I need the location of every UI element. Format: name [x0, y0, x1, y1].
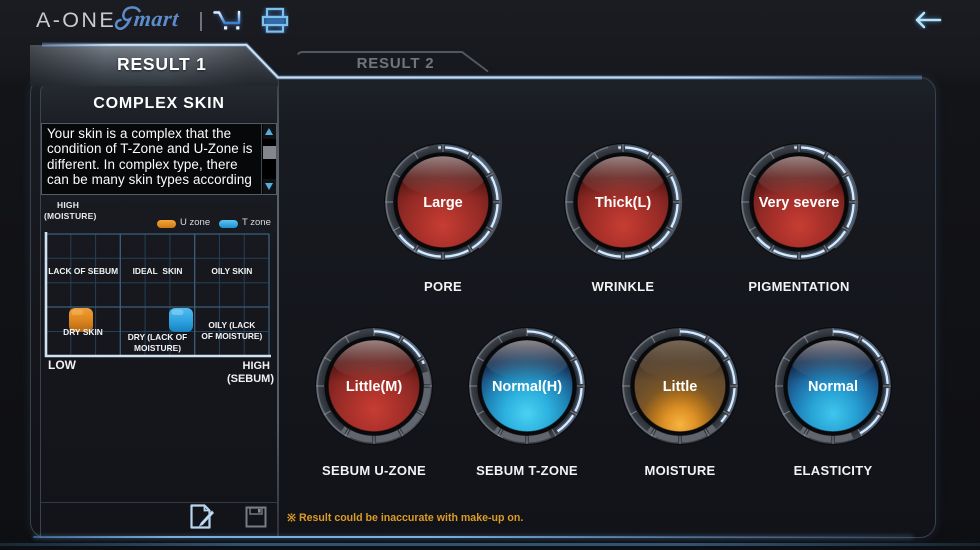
- svg-text:(SEBUM): (SEBUM): [227, 373, 274, 385]
- svg-text:IDEAL SKIN: IDEAL SKIN: [133, 266, 183, 276]
- svg-text:Thick(L): Thick(L): [595, 195, 652, 211]
- svg-text:OILY SKIN: OILY SKIN: [211, 266, 252, 276]
- svg-text:MOISTURE): MOISTURE): [134, 343, 181, 353]
- svg-text:Normal: Normal: [808, 379, 858, 395]
- svg-text:Large: Large: [423, 195, 463, 211]
- svg-text:DRY SKIN: DRY SKIN: [63, 327, 103, 337]
- svg-text:DRY (LACK OF: DRY (LACK OF: [128, 332, 188, 342]
- svg-text:HIGH: HIGH: [243, 360, 271, 372]
- svg-text:OF MOISTURE): OF MOISTURE): [201, 331, 262, 341]
- svg-text:OILY (LACK: OILY (LACK: [208, 320, 255, 330]
- svg-text:LOW: LOW: [48, 358, 77, 372]
- svg-text:Little: Little: [663, 379, 698, 395]
- svg-text:Little(M): Little(M): [346, 379, 403, 395]
- svg-text:LACK OF SEBUM: LACK OF SEBUM: [48, 266, 118, 276]
- svg-text:Very severe: Very severe: [759, 195, 840, 211]
- svg-text:Normal(H): Normal(H): [492, 379, 562, 395]
